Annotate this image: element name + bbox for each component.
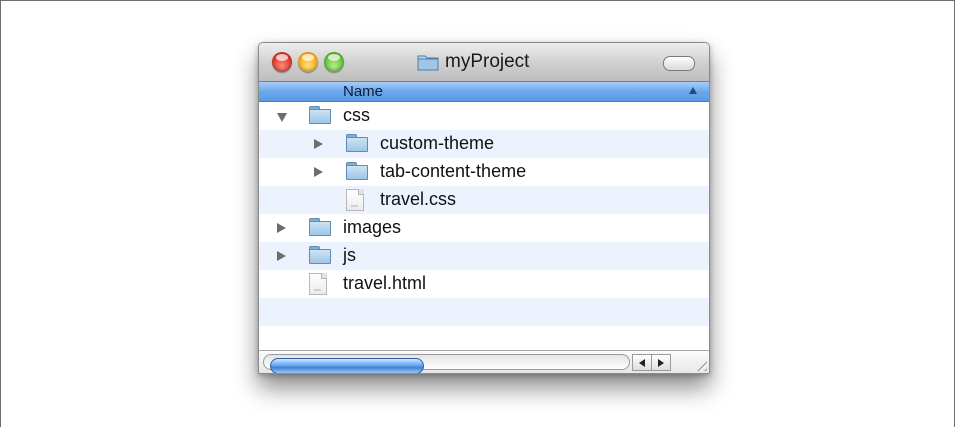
folder-icon <box>346 162 368 180</box>
list-item-label: css <box>343 105 370 125</box>
list-item[interactable]: js <box>259 242 709 270</box>
toolbar-toggle-button[interactable] <box>663 56 695 71</box>
list-item-label: images <box>343 217 402 237</box>
finder-window: myProject Name css custom-theme tab-conten… <box>258 42 710 374</box>
list-item-label: travel.html <box>343 273 427 293</box>
folder-icon <box>309 106 331 124</box>
zoom-button[interactable] <box>324 52 344 72</box>
file-icon <box>346 189 364 211</box>
title-bar[interactable]: myProject <box>259 43 709 82</box>
list-item-label: js <box>343 245 356 265</box>
arrow-left-icon <box>639 359 645 367</box>
disclosure-expanded-icon[interactable] <box>277 113 287 122</box>
scroll-thumb[interactable] <box>270 358 424 373</box>
list-item[interactable]: tab-content-theme <box>259 158 709 186</box>
list-item[interactable]: css <box>259 102 709 130</box>
close-button[interactable] <box>272 52 292 72</box>
scroll-track[interactable] <box>263 354 630 373</box>
disclosure-collapsed-icon[interactable] <box>314 139 323 149</box>
column-header-label: Name <box>343 83 384 100</box>
list-item[interactable]: travel.html <box>259 270 709 298</box>
disclosure-collapsed-icon[interactable] <box>277 223 286 233</box>
disclosure-collapsed-icon[interactable] <box>277 251 286 261</box>
sort-ascending-icon <box>689 87 697 94</box>
scroll-left-button[interactable] <box>632 354 652 371</box>
disclosure-collapsed-icon[interactable] <box>314 167 323 177</box>
horizontal-scrollbar[interactable] <box>259 350 709 373</box>
minimize-button[interactable] <box>298 52 318 72</box>
list-item-label: custom-theme <box>380 133 495 153</box>
list-item[interactable]: travel.css <box>259 186 709 214</box>
list-item[interactable]: images <box>259 214 709 242</box>
folder-icon <box>346 134 368 152</box>
file-icon <box>309 273 327 295</box>
column-header-name[interactable]: Name <box>259 82 709 102</box>
window-title-text: myProject <box>445 51 530 72</box>
folder-icon <box>309 246 331 264</box>
list-item-label: tab-content-theme <box>380 161 527 181</box>
folder-icon <box>309 218 331 236</box>
folder-icon <box>417 54 439 71</box>
list-item-label: travel.css <box>380 189 457 209</box>
arrow-right-icon <box>658 359 664 367</box>
file-list: css custom-theme tab-content-theme travel.c… <box>259 102 709 349</box>
empty-row <box>259 298 709 326</box>
scroll-right-button[interactable] <box>651 354 671 371</box>
list-item[interactable]: custom-theme <box>259 130 709 158</box>
resize-grip-icon[interactable] <box>693 357 707 371</box>
window-title: myProject <box>417 51 529 73</box>
